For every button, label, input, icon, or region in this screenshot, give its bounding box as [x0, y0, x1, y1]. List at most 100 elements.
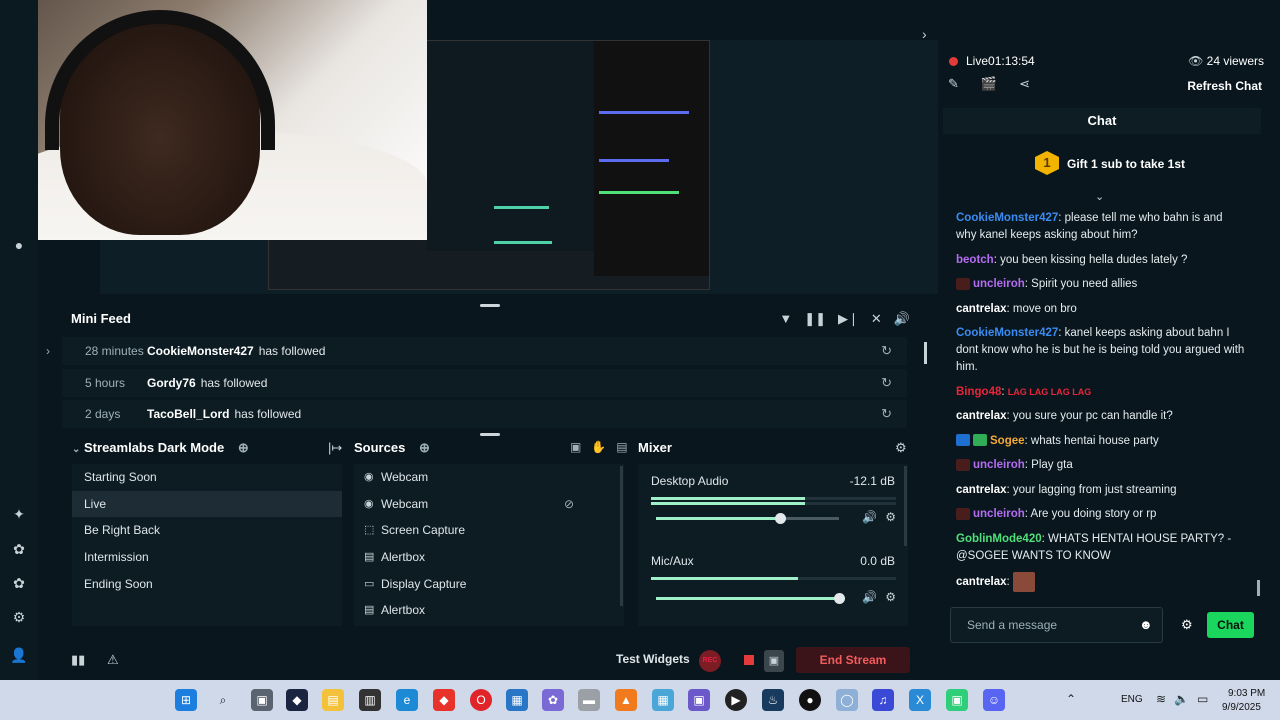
- chat-scrollbar[interactable]: [1257, 580, 1260, 596]
- app-icon[interactable]: ▦: [506, 689, 528, 711]
- sources-scrollbar[interactable]: [620, 466, 623, 606]
- streamlabs-icon[interactable]: ▣: [946, 689, 968, 711]
- app-icon[interactable]: ✿: [542, 689, 564, 711]
- collapse-chat-arrow-icon[interactable]: ›: [922, 26, 927, 42]
- volume-icon[interactable]: 🔊: [894, 311, 910, 327]
- source-item[interactable]: ◉ Webcam ⊘: [354, 491, 624, 518]
- add-source-icon[interactable]: ⊕: [419, 440, 430, 455]
- app-icon[interactable]: ◯: [836, 689, 858, 711]
- themes-icon[interactable]: ✦: [10, 505, 28, 523]
- source-item[interactable]: ▤ Alertbox: [354, 544, 624, 571]
- mixer-scrollbar[interactable]: [904, 466, 907, 546]
- source-item[interactable]: ▭ Display Capture: [354, 571, 624, 598]
- share-icon[interactable]: ⋖: [1019, 76, 1030, 92]
- app-icon[interactable]: ◆: [433, 689, 455, 711]
- emoji-icon[interactable]: ☻: [1139, 617, 1153, 632]
- headset-icon[interactable]: ♫: [872, 689, 894, 711]
- app-store-icon[interactable]: ✿: [10, 540, 28, 558]
- file-explorer-icon[interactable]: ▤: [322, 689, 344, 711]
- profile-icon[interactable]: 👤: [10, 646, 28, 664]
- volume-slider[interactable]: [656, 513, 839, 524]
- task-view-icon[interactable]: ▣: [251, 689, 273, 711]
- add-scene-icon[interactable]: ⊕: [238, 440, 249, 455]
- gift-sub-prompt[interactable]: Gift 1 sub to take 1st: [1067, 157, 1185, 171]
- clip-icon[interactable]: 🎬: [981, 76, 997, 92]
- source-item[interactable]: ⬚ Screen Capture: [354, 517, 624, 544]
- app-icon[interactable]: ▣: [688, 689, 710, 711]
- opera-icon[interactable]: O: [470, 689, 492, 711]
- language-indicator[interactable]: ENG: [1121, 694, 1143, 705]
- edge-icon[interactable]: e: [396, 689, 418, 711]
- refresh-chat-button[interactable]: Refresh Chat: [1187, 79, 1262, 93]
- volume-knob[interactable]: [775, 513, 787, 524]
- replay-icon[interactable]: ↻: [881, 343, 892, 359]
- feed-scrollbar[interactable]: [924, 342, 927, 364]
- chat-message-input[interactable]: Send a message: [950, 607, 1163, 643]
- replay-buffer-icon[interactable]: ▣: [764, 650, 784, 672]
- source-item[interactable]: ▤ Alertbox: [354, 597, 624, 624]
- skip-icon[interactable]: ▶❘: [838, 311, 859, 327]
- mute-icon[interactable]: 🔊: [862, 590, 877, 604]
- collapse-gift-icon[interactable]: ⌄: [1095, 190, 1104, 203]
- app-icon[interactable]: ▬: [578, 689, 600, 711]
- volume-knob[interactable]: [834, 593, 845, 604]
- settings-icon[interactable]: ⚙: [10, 608, 28, 626]
- source-item[interactable]: ◉ Webcam: [354, 464, 624, 491]
- record-icon[interactable]: ●: [10, 236, 28, 254]
- stats-icon[interactable]: ▮▮: [71, 652, 85, 668]
- stop-record-icon[interactable]: [744, 655, 754, 665]
- start-icon[interactable]: ⊞: [175, 689, 197, 711]
- expand-feed-arrow-icon[interactable]: ›: [46, 344, 50, 358]
- steam-icon[interactable]: ♨: [762, 689, 784, 711]
- mixer-settings-icon[interactable]: ⚙: [895, 440, 907, 456]
- search-icon[interactable]: ⌕: [212, 689, 234, 711]
- mute-icon[interactable]: 🔊: [862, 510, 877, 524]
- scene-item[interactable]: Intermission: [72, 544, 342, 571]
- vlc-icon[interactable]: ▲: [615, 689, 637, 711]
- mute-alerts-icon[interactable]: ✕: [871, 311, 882, 327]
- clock-time[interactable]: 9:03 PM: [1228, 688, 1265, 699]
- wifi-icon[interactable]: ≋: [1156, 692, 1166, 706]
- replay-icon[interactable]: ↻: [881, 406, 892, 422]
- audio-meter: [651, 502, 896, 505]
- lock-icon[interactable]: ✋: [591, 440, 606, 454]
- channel-settings-icon[interactable]: ⚙: [885, 510, 896, 524]
- test-widgets-button[interactable]: Test Widgets: [616, 652, 690, 666]
- battery-icon[interactable]: ▭: [1197, 692, 1208, 706]
- hidden-eye-icon[interactable]: ⊘: [564, 491, 574, 518]
- app-icon[interactable]: ▦: [652, 689, 674, 711]
- replay-icon[interactable]: ↻: [881, 375, 892, 391]
- obs-icon[interactable]: ●: [799, 689, 821, 711]
- scene-collection-header[interactable]: ⌄ Streamlabs Dark Mode ⊕: [72, 440, 249, 456]
- integrations-icon[interactable]: ✿: [10, 574, 28, 592]
- app-icon[interactable]: X: [909, 689, 931, 711]
- webcam-icon: ◉: [364, 497, 374, 510]
- scene-item[interactable]: Be Right Back: [72, 517, 342, 544]
- alert-icon[interactable]: ⚠: [107, 652, 119, 668]
- send-chat-button[interactable]: Chat: [1207, 612, 1254, 638]
- edit-stream-info-icon[interactable]: ✎: [948, 76, 959, 92]
- group-icon[interactable]: ▣: [570, 440, 581, 454]
- end-stream-button[interactable]: End Stream: [796, 647, 910, 673]
- resize-handle[interactable]: [480, 433, 500, 436]
- folder-icon[interactable]: ▤: [616, 440, 627, 454]
- media-player-icon[interactable]: ▶: [725, 689, 747, 711]
- scene-item[interactable]: Starting Soon: [72, 464, 342, 491]
- tray-overflow-icon[interactable]: ⌃: [1066, 692, 1076, 706]
- volume-slider[interactable]: [656, 593, 845, 604]
- chat-settings-icon[interactable]: ⚙: [1181, 617, 1193, 633]
- scene-item-active[interactable]: Live: [72, 490, 342, 518]
- app-icon[interactable]: ▥: [359, 689, 381, 711]
- collapse-scenes-icon[interactable]: |↦: [328, 440, 342, 456]
- badge-icon: [956, 458, 970, 471]
- pause-icon[interactable]: ❚❚: [804, 311, 826, 327]
- sources-header: Sources ⊕: [354, 440, 430, 455]
- volume-icon[interactable]: 🔈: [1174, 692, 1189, 706]
- app-icon[interactable]: ◆: [286, 689, 308, 711]
- rec-button[interactable]: REC: [699, 650, 721, 672]
- channel-settings-icon[interactable]: ⚙: [885, 590, 896, 604]
- discord-icon[interactable]: ☺: [983, 689, 1005, 711]
- clock-date[interactable]: 9/9/2025: [1222, 702, 1261, 713]
- scene-item[interactable]: Ending Soon: [72, 571, 342, 598]
- filter-icon[interactable]: ▼: [779, 311, 792, 327]
